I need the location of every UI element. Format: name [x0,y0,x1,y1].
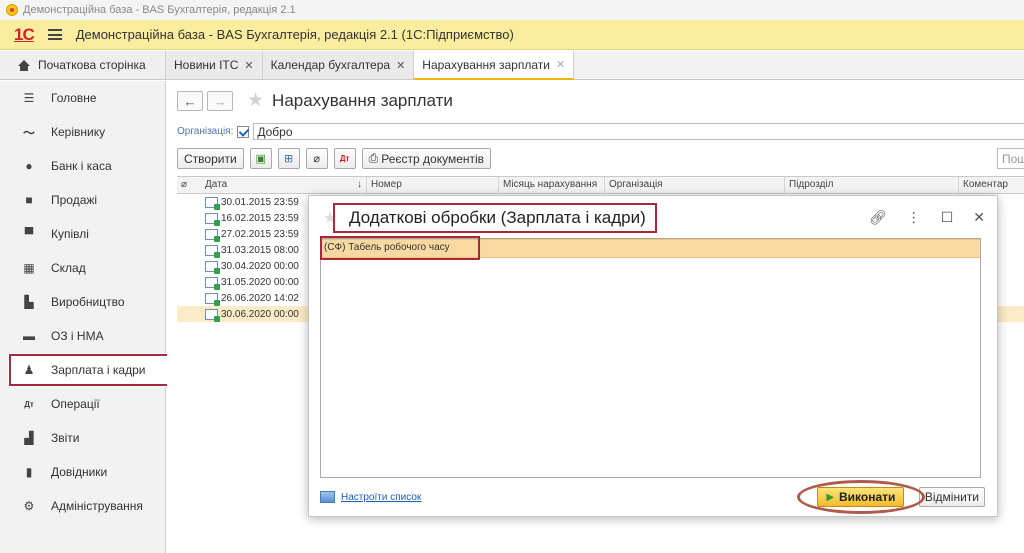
form-header: ← → ★ Нарахування зарплати [177,91,453,111]
cart-icon: ▀ [24,227,34,241]
additional-processing-dialog: ★ Додаткові обробки (Зарплата і кадри) 🔗… [308,195,998,517]
window-title: Демонстраційна база - BAS Бухгалтерія, р… [23,4,296,16]
book-icon: ▮ [25,465,33,479]
close-icon[interactable]: ✕ [556,58,565,71]
column-number[interactable]: Номер [367,177,499,193]
app-header: 1С Демонстраційна база - BAS Бухгалтерія… [0,20,1024,50]
tab-news-its[interactable]: Новини ІТС ✕ [166,51,263,79]
list-item[interactable]: (СФ) Табель робочого часу [320,235,980,260]
sidebar-item-production[interactable]: ▙ Виробництво [0,285,165,319]
sidebar-item-payroll-hr[interactable]: ♟ Зарплата і кадри [8,353,172,387]
1c-logo[interactable]: 1С [14,25,35,45]
printer-icon: ⎙ [368,151,379,165]
column-comment[interactable]: Коментар [959,177,1024,193]
posted-document-icon [205,196,220,210]
structure-icon[interactable]: ⊞ [277,148,300,169]
favorite-star-icon[interactable]: ★ [247,91,264,111]
play-icon: ▶ [826,491,835,503]
main-menu-icon[interactable] [47,29,62,40]
posted-document-icon [205,244,220,258]
column-date[interactable]: Дата ↓ [201,177,367,193]
dialog-window-controls: 🔗︎ ⋮ ☐ ✕ [849,209,985,226]
close-icon[interactable]: ✕ [973,209,985,226]
posted-document-icon [205,292,220,306]
processing-list: (СФ) Табель робочого часу [320,235,981,478]
truck-icon: ▬ [23,329,35,343]
sidebar-item-fixed-assets[interactable]: ▬ ОЗ і НМА [0,319,165,353]
list-toolbar: Створити ▣ ⊞ ⌀ Дт ⎙ Реєстр документів По… [177,148,1024,169]
home-icon [18,59,30,71]
dialog-title: Додаткові обробки (Зарплата і кадри) [333,203,657,233]
sidebar-item-main[interactable]: ☰ Головне [0,81,165,115]
sidebar-item-warehouse[interactable]: ▦ Склад [0,251,165,285]
run-button-highlight: ▶ Виконати [796,480,925,514]
organization-checkbox[interactable] [237,125,250,138]
column-organization[interactable]: Організація [605,177,785,193]
gear-icon: ⚙ [23,499,35,513]
posted-document-icon [205,308,220,322]
table-header: ⌀ Дата ↓ Номер Місяць нарахування Організ… [177,176,1024,194]
tab-accountant-calendar[interactable]: Календар бухгалтера ✕ [262,51,415,79]
app-logo-icon [6,4,18,16]
page-title: Нарахування зарплати [272,91,453,110]
column-month[interactable]: Місяць нарахування [499,177,605,193]
sidebar-item-reports[interactable]: ▟ Звіти [0,421,165,455]
dialog-footer: Настроїти список ▶ Виконати Відмінити [320,480,985,514]
sidebar-item-manager[interactable]: 〜 Керівнику [0,115,165,149]
settings-list-icon [320,491,335,503]
sort-down-icon: ↓ [357,179,362,190]
sidebar-item-bank-cash[interactable]: ● Банк і каса [0,149,165,183]
more-icon[interactable]: ⋮ [907,209,921,226]
dt-kt-icon[interactable]: Дт [333,148,356,169]
attachment-column-icon: ⌀ [181,179,188,190]
organization-filter: Організація: Добро [177,123,1024,140]
person-icon: ♟ [23,363,35,377]
sidebar-item-purchases[interactable]: ▀ Купівлі [0,217,165,251]
document-registry-button[interactable]: ⎙ Реєстр документів [361,148,492,169]
menu-lines-icon: ☰ [23,91,35,105]
post-document-icon[interactable]: ▣ [249,148,272,169]
sidebar-item-directories[interactable]: ▮ Довідники [0,455,165,489]
arrow-right-icon: → [213,93,227,109]
bag-icon: ■ [25,193,33,207]
organization-field[interactable]: Добро [253,123,1024,140]
posted-document-icon [205,276,220,290]
open-tabs-bar: Початкова сторінка Новини ІТС ✕ Календар… [0,51,1024,80]
warehouse-icon: ▦ [23,261,35,275]
forward-button[interactable]: → [207,91,233,111]
run-button[interactable]: ▶ Виконати [817,487,905,507]
sidebar-item-administration[interactable]: ⚙ Адміністрування [0,489,165,523]
factory-icon: ▙ [24,295,34,309]
posted-document-icon [205,212,220,226]
posted-document-icon [205,228,220,242]
arrow-left-icon: ← [183,93,197,109]
attachment-icon[interactable]: ⌀ [305,148,328,169]
window-titlebar: Демонстраційна база - BAS Бухгалтерія, р… [0,0,1024,20]
sections-sidebar: ☰ Головне 〜 Керівнику ● Банк і каса ■ Продаж… [0,81,172,553]
dt-kt-icon: Дт [24,399,34,409]
list-item-label: (СФ) Табель робочого часу [320,235,480,260]
column-department[interactable]: Підрозділ [785,177,959,193]
sidebar-item-operations[interactable]: Дт Операції [0,387,165,421]
search-input[interactable]: Пошу [997,148,1024,169]
bar-chart-icon: ▟ [24,431,34,445]
coin-icon: ● [25,159,33,173]
tab-home[interactable]: Початкова сторінка [0,51,166,79]
close-icon[interactable]: ✕ [244,59,253,72]
create-button[interactable]: Створити [177,148,244,169]
trend-icon: 〜 [22,125,35,140]
sidebar-item-sales[interactable]: ■ Продажі [0,183,165,217]
organization-label: Організація: [177,126,234,137]
configure-list-link[interactable]: Настроїти список [320,491,421,503]
posted-document-icon [205,260,220,274]
maximize-icon[interactable]: ☐ [941,209,954,226]
link-icon[interactable]: 🔗︎ [869,209,887,226]
tab-payroll[interactable]: Нарахування зарплати ✕ [414,51,575,80]
cancel-button[interactable]: Відмінити [918,487,985,507]
app-title: Демонстраційна база - BAS Бухгалтерія, р… [75,27,514,42]
close-icon[interactable]: ✕ [396,59,405,72]
back-button[interactable]: ← [177,91,203,111]
